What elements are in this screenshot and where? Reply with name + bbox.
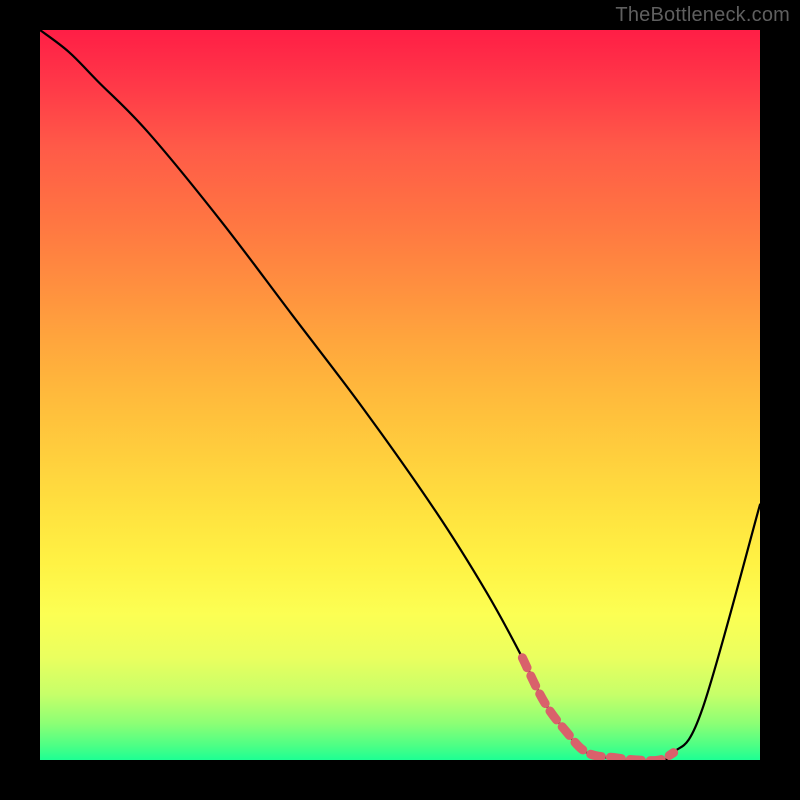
highlight-segment [522, 658, 673, 760]
chart-svg [40, 30, 760, 760]
curve-group [40, 30, 760, 760]
chart-container: TheBottleneck.com [0, 0, 800, 800]
plot-area [40, 30, 760, 760]
watermark-text: TheBottleneck.com [615, 4, 790, 27]
bottleneck-curve [40, 30, 760, 760]
